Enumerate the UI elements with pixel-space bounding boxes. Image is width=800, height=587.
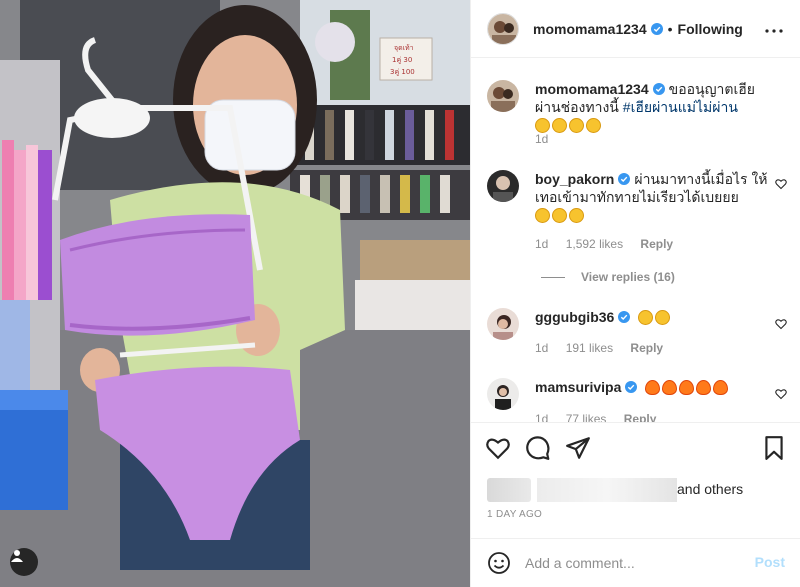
caption-hashtag[interactable]: #เฮียผ่านแม่ไม่ผ่าน [623, 99, 738, 115]
svg-text:3คู่ 100: 3คู่ 100 [390, 68, 415, 76]
thinking-emoji-icon [569, 208, 584, 223]
caption-time: 1d [535, 132, 549, 146]
comment-time: 1d [535, 237, 549, 251]
commenter-avatar[interactable] [487, 170, 519, 202]
smiling-emoji-icon [655, 310, 671, 325]
comment-username[interactable]: mamsurivipa [535, 379, 621, 395]
caption-author-avatar[interactable] [487, 80, 519, 112]
fire-emoji-icon [679, 380, 695, 395]
user-tag-icon[interactable] [10, 548, 38, 576]
comment-emojis [535, 208, 584, 223]
bookmark-icon[interactable] [761, 435, 787, 461]
post-date: 1 DAY AGO [487, 509, 543, 520]
view-replies-button[interactable]: View replies (16) [541, 270, 675, 284]
comment-item: boy_pakorn ผ่านมาทางนี้เมื่อไร ให้เทอเข้า… [487, 170, 787, 260]
verified-badge-icon [618, 173, 631, 185]
svg-text:1คู่ 30: 1คู่ 30 [392, 56, 412, 64]
post-header: momomama1234 • Following [471, 0, 800, 58]
emoji-icon[interactable] [487, 551, 511, 575]
comment-username[interactable]: boy_pakorn [535, 171, 614, 187]
more-options-icon[interactable] [765, 17, 783, 38]
rolling-eyes-emoji-icon [569, 118, 584, 133]
view-replies-line [541, 276, 565, 278]
post-side-panel: momomama1234 • Following momomama1234 ขออ… [470, 0, 800, 587]
comment-body: boy_pakorn ผ่านมาทางนี้เมื่อไร ให้เทอเข้า… [535, 170, 775, 224]
blurred-liker-names [537, 478, 677, 502]
view-replies-label: View replies (16) [581, 270, 675, 284]
post-comment-button[interactable]: Post [755, 554, 785, 570]
comment-like-heart-icon[interactable] [775, 388, 787, 400]
post-photo[interactable]: จุดเท้า 1คู่ 30 3คู่ 100 [0, 0, 470, 587]
comment-likes[interactable]: 1,592 likes [566, 237, 623, 251]
rolling-eyes-emoji-icon [586, 118, 601, 133]
price-sign-text: จุดเท้า [394, 44, 414, 52]
fire-emoji-icon [713, 380, 729, 395]
caption-emojis [535, 118, 601, 133]
separator-dot: • [667, 20, 673, 37]
verified-badge-icon [618, 311, 631, 323]
comment-body: mamsurivipa [535, 378, 775, 396]
reply-button[interactable]: Reply [640, 237, 673, 251]
smiling-emoji-icon [638, 310, 654, 325]
comment-emojis [645, 380, 729, 395]
verified-badge-icon [625, 381, 638, 393]
comment-input[interactable] [525, 551, 745, 575]
fire-emoji-icon [696, 380, 712, 395]
comment-emojis [638, 310, 671, 325]
comment-likes[interactable]: 191 likes [566, 341, 613, 355]
comment-item: gggubgib36 1d 191 likes Reply [487, 308, 787, 358]
likes-summary[interactable]: and others [487, 476, 787, 504]
comment-icon[interactable] [525, 435, 551, 461]
share-icon[interactable] [565, 435, 591, 461]
likes-and-others[interactable]: and others [677, 481, 743, 497]
fire-emoji-icon [662, 380, 678, 395]
caption-body: momomama1234 ขออนุญาตเฮียผ่านช่องทางนี้ #… [535, 80, 775, 134]
fire-emoji-icon [645, 380, 661, 395]
caption-username[interactable]: momomama1234 [535, 81, 649, 97]
comment-meta: 1d 77 likes Reply [535, 412, 670, 422]
comment-body: gggubgib36 [535, 308, 775, 326]
thinking-emoji-icon [535, 208, 550, 223]
verified-badge-icon [652, 83, 665, 95]
comment-composer: Post [471, 538, 800, 587]
following-button[interactable]: Following [678, 21, 743, 37]
blurred-liker-avatar [487, 478, 531, 502]
post-caption: momomama1234 ขออนุญาตเฮียผ่านช่องทางนี้ #… [487, 80, 787, 146]
author-username[interactable]: momomama1234 [533, 21, 647, 37]
comment-like-heart-icon[interactable] [775, 318, 787, 330]
comment-item: mamsurivipa 1d 77 likes Reply [487, 378, 787, 422]
author-avatar[interactable] [487, 12, 519, 45]
caption-meta: 1d [535, 132, 562, 146]
rolling-eyes-emoji-icon [535, 118, 550, 133]
commenter-avatar[interactable] [487, 308, 519, 340]
reply-button[interactable]: Reply [630, 341, 663, 355]
thinking-emoji-icon [552, 208, 567, 223]
heart-icon[interactable] [485, 435, 511, 461]
comment-meta: 1d 1,592 likes Reply [535, 237, 687, 251]
comment-time: 1d [535, 412, 549, 422]
comment-username[interactable]: gggubgib36 [535, 309, 614, 325]
comment-like-heart-icon[interactable] [775, 178, 787, 190]
reply-button[interactable]: Reply [624, 412, 657, 422]
comment-likes[interactable]: 77 likes [566, 412, 607, 422]
commenter-avatar[interactable] [487, 378, 519, 410]
rolling-eyes-emoji-icon [552, 118, 567, 133]
market-photo-illustration: จุดเท้า 1คู่ 30 3คู่ 100 [0, 0, 470, 587]
comment-meta: 1d 191 likes Reply [535, 341, 677, 355]
verified-badge-icon [650, 22, 663, 35]
comment-time: 1d [535, 341, 549, 355]
post-action-bar [471, 422, 800, 472]
